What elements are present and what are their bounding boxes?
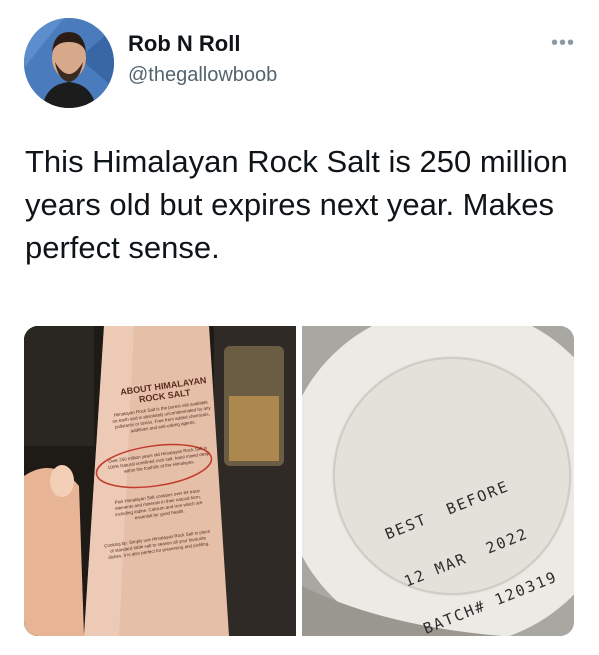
salt-bottle-illustration (24, 326, 296, 636)
tweet-text: This Himalayan Rock Salt is 250 million … (25, 144, 568, 265)
author-names: Rob N Roll @thegallowboob (128, 30, 277, 88)
tweet-header: Rob N Roll @thegallowboob ••• (0, 0, 599, 110)
tweet-media: ABOUT HIMALAYAN ROCK SALT Himalayan Rock… (24, 326, 574, 636)
more-options-icon[interactable]: ••• (551, 32, 575, 55)
user-handle[interactable]: @thegallowboob (128, 62, 277, 88)
avatar-image (24, 18, 114, 108)
stamp-line-3: BATCH# 120319 (420, 567, 561, 636)
photo-salt-bottle-label[interactable]: ABOUT HIMALAYAN ROCK SALT Himalayan Rock… (24, 326, 296, 636)
photo-best-before-stamp[interactable]: BEST BEFORE 12 MAR 2022 BATCH# 120319 (302, 326, 574, 636)
display-name[interactable]: Rob N Roll (128, 30, 277, 58)
avatar[interactable] (24, 18, 114, 108)
